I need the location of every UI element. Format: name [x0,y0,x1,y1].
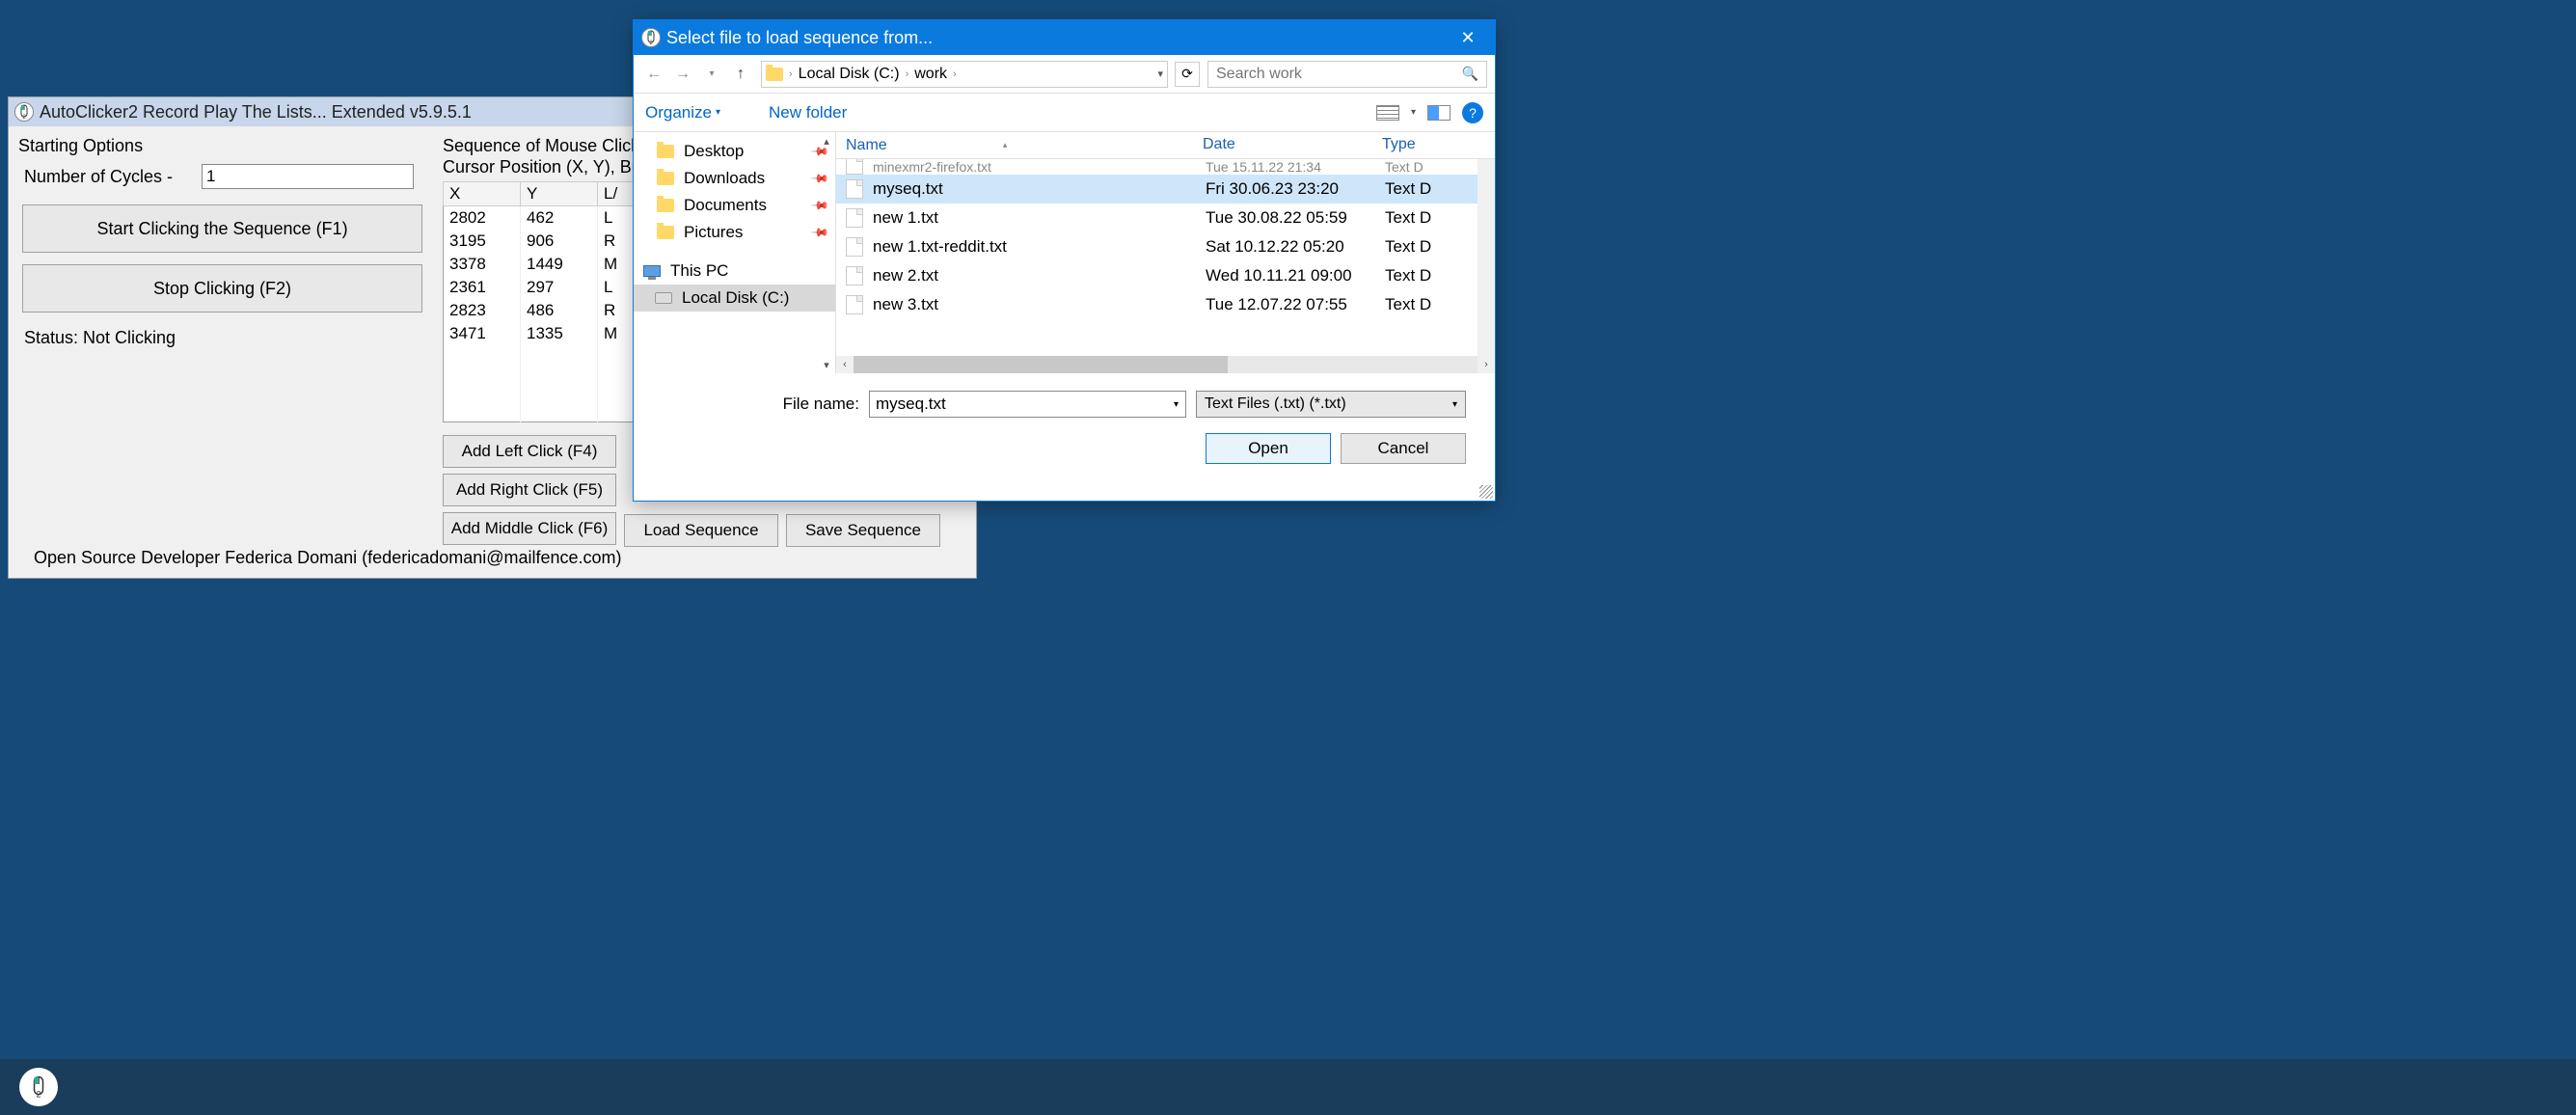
file-icon [846,208,863,228]
taskbar-app-icon[interactable]: 2 [19,1068,58,1106]
help-icon[interactable]: ? [1462,102,1483,123]
folder-icon [766,68,783,81]
preview-pane-icon[interactable] [1427,105,1451,121]
forward-icon[interactable]: → [670,62,695,87]
horizontal-scrollbar[interactable]: ‹ › [836,356,1495,373]
close-icon[interactable]: ✕ [1449,20,1487,55]
chevron-down-icon[interactable]: ▾ [1411,107,1416,118]
nav-pictures[interactable]: Pictures 📌 [634,219,835,246]
file-row[interactable]: minexmr2-firefox.txtTue 15.11.22 21:34Te… [836,159,1495,175]
chevron-right-icon[interactable]: › [789,68,793,80]
nav-downloads[interactable]: Downloads 📌 [634,165,835,192]
dialog-title: Select file to load sequence from... [666,28,933,48]
app-icon: 2 [14,102,34,122]
folder-icon [657,145,674,158]
status-text: Status: Not Clicking [24,328,427,348]
add-left-click-button[interactable]: Add Left Click (F4) [443,435,616,468]
address-bar[interactable]: › Local Disk (C:) › work › ▾ [761,61,1168,88]
chevron-right-icon[interactable]: › [906,68,909,80]
file-row[interactable]: new 2.txtWed 10.11.21 09:00Text D [836,261,1495,290]
pc-icon [643,265,661,277]
file-icon [846,237,863,257]
up-icon[interactable]: ↑ [728,62,753,87]
dialog-app-icon: 2 [641,28,661,47]
file-list-area: Name ▴ Date Type minexmr2-firefox.txtTue… [836,132,1495,373]
col-y[interactable]: Y [521,182,598,206]
pin-icon: 📌 [810,223,829,242]
window-title: AutoClicker2 Record Play The Lists... Ex… [40,102,472,122]
dialog-title-bar[interactable]: 2 Select file to load sequence from... ✕ [634,20,1495,55]
file-row[interactable]: new 1.txtTue 30.08.22 05:59Text D [836,204,1495,232]
col-x[interactable]: X [444,182,521,206]
starting-options-label: Starting Options [18,136,433,156]
file-icon [846,159,863,175]
scroll-down-icon[interactable]: ▾ [820,358,833,371]
pin-icon: 📌 [810,169,829,188]
col-header-date[interactable]: Date [1193,132,1372,158]
col-header-name[interactable]: Name ▴ [836,132,1193,158]
search-icon[interactable]: 🔍 [1462,66,1478,82]
svg-text:2: 2 [36,1090,41,1100]
filename-dropdown-icon[interactable]: ▾ [1167,391,1186,418]
view-options-icon[interactable] [1376,105,1399,121]
file-open-dialog: 2 Select file to load sequence from... ✕… [633,19,1496,502]
refresh-icon[interactable]: ⟳ [1175,62,1200,87]
file-row[interactable]: new 1.txt-reddit.txtSat 10.12.22 05:20Te… [836,232,1495,261]
vertical-scrollbar[interactable] [1478,159,1495,356]
cycles-input[interactable] [202,164,414,189]
open-button[interactable]: Open [1206,433,1331,464]
folder-icon [657,172,674,185]
search-box[interactable]: 🔍 [1207,61,1487,88]
folder-icon [657,199,674,212]
scroll-right-icon[interactable]: › [1478,356,1495,373]
chevron-down-icon: ▾ [716,107,720,118]
start-clicking-button[interactable]: Start Clicking the Sequence (F1) [22,204,422,253]
file-icon [846,179,863,199]
navigation-pane: ▴ Desktop 📌 Downloads 📌 Documents 📌 Pict… [634,132,836,373]
filetype-select[interactable]: Text Files (.txt) (*.txt) ▾ [1196,391,1466,418]
disk-icon [655,292,672,304]
breadcrumb-folder[interactable]: work [914,66,947,83]
footer-text: Open Source Developer Federica Domani (f… [34,548,622,568]
save-sequence-button[interactable]: Save Sequence [786,514,940,547]
file-icon [846,295,863,314]
file-list-header: Name ▴ Date Type [836,132,1495,159]
breadcrumb-disk[interactable]: Local Disk (C:) [799,66,900,83]
nav-thispc[interactable]: This PC [634,258,835,285]
pin-icon: 📌 [810,196,829,215]
cycles-label: Number of Cycles - [24,167,173,187]
nav-desktop[interactable]: Desktop 📌 [634,138,835,165]
col-header-type[interactable]: Type [1372,132,1495,158]
new-folder-button[interactable]: New folder [769,103,847,122]
filename-label: File name: [783,394,859,414]
filename-input[interactable] [869,391,1168,418]
nav-documents[interactable]: Documents 📌 [634,192,835,219]
add-right-click-button[interactable]: Add Right Click (F5) [443,474,616,506]
back-icon[interactable]: ← [641,62,666,87]
recent-dropdown-icon[interactable]: ▾ [699,62,724,87]
chevron-down-icon: ▾ [1452,399,1457,410]
scroll-left-icon[interactable]: ‹ [836,356,854,373]
file-icon [846,266,863,286]
chevron-down-icon[interactable]: ▾ [1157,68,1163,80]
organize-menu[interactable]: Organize ▾ [645,103,720,122]
folder-icon [657,226,674,239]
load-sequence-button[interactable]: Load Sequence [624,514,778,547]
add-middle-click-button[interactable]: Add Middle Click (F6) [443,512,616,545]
search-input[interactable] [1216,66,1462,83]
resize-grip[interactable] [1479,485,1493,499]
nav-localdisk[interactable]: Local Disk (C:) [634,285,835,312]
cancel-button[interactable]: Cancel [1341,433,1466,464]
chevron-right-icon[interactable]: › [953,68,957,80]
sort-indicator-icon: ▴ [1003,140,1008,150]
scrollbar-thumb[interactable] [854,356,1228,373]
taskbar: 2 [0,1059,2576,1115]
stop-clicking-button[interactable]: Stop Clicking (F2) [22,264,422,313]
file-row[interactable]: myseq.txtFri 30.06.23 23:20Text D [836,175,1495,204]
file-row[interactable]: new 3.txtTue 12.07.22 07:55Text D [836,290,1495,319]
